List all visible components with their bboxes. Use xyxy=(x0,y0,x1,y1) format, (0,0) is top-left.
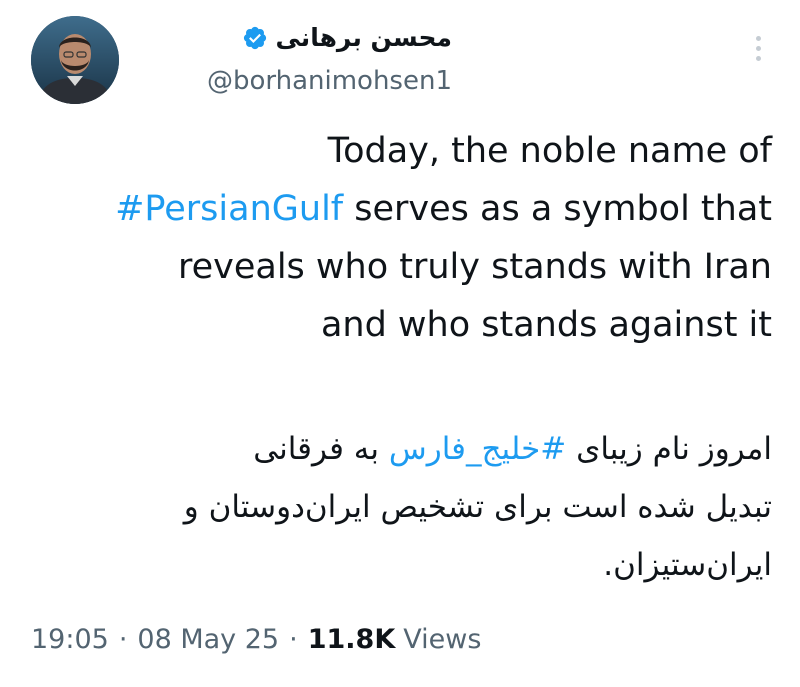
text-line: Today, the noble name of xyxy=(327,131,772,171)
text-segment: به فرقانی xyxy=(253,431,389,467)
text-line: امروز نام زیبای #خلیج_فارس به فرقانی xyxy=(12,420,772,478)
separator: · xyxy=(118,623,128,655)
text-line: تبدیل شده است برای تشخیص ایران‌دوستان و xyxy=(183,489,772,525)
views-label: Views xyxy=(403,623,482,655)
text-line: and who stands against it xyxy=(320,305,772,345)
author-identity: محسن برهانی @borhanimohsen1 xyxy=(92,18,452,102)
hashtag-link[interactable]: #PersianGulf xyxy=(115,189,343,229)
tweet-header: محسن برهانی @borhanimohsen1 xyxy=(0,0,800,120)
verified-badge-icon xyxy=(242,25,268,51)
hashtag-link[interactable]: #خلیج_فارس xyxy=(389,431,566,467)
text-segment: serves as a symbol that xyxy=(343,189,772,229)
handle[interactable]: @borhanimohsen1 xyxy=(92,60,452,102)
display-name[interactable]: محسن برهانی xyxy=(276,19,452,57)
more-vertical-icon[interactable] xyxy=(748,36,768,68)
text-line: ایران‌ستیزان. xyxy=(603,547,772,583)
tweet-text-english: Today, the noble name of #PersianGulf se… xyxy=(12,122,772,354)
views-count[interactable]: 11.8K xyxy=(308,624,396,655)
tweet-meta: 19:05 · 08 May 25 · 11.8K Views xyxy=(31,614,481,664)
tweet-text-persian: امروز نام زیبای #خلیج_فارس به فرقانی تبد… xyxy=(12,420,772,594)
tweet-date[interactable]: 08 May 25 xyxy=(137,624,279,655)
tweet-time[interactable]: 19:05 xyxy=(31,624,109,655)
text-line: #PersianGulf serves as a symbol that xyxy=(12,180,772,238)
separator: · xyxy=(289,623,298,655)
text-segment: امروز نام زیبای xyxy=(566,431,772,467)
text-line: reveals who truly stands with Iran xyxy=(177,247,772,287)
name-row: محسن برهانی xyxy=(92,18,452,58)
tweet-card: محسن برهانی @borhanimohsen1 Today, the n… xyxy=(0,0,800,687)
